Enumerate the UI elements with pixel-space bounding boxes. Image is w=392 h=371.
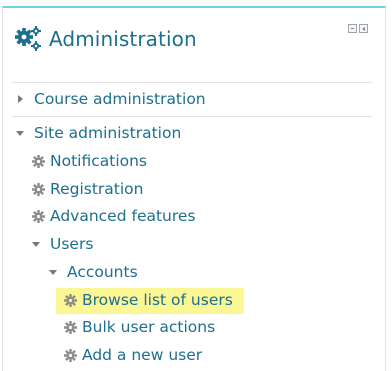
tree-item-add-a-new-user[interactable]: Add a new user (64, 344, 202, 366)
expanded-arrow-icon (49, 269, 57, 275)
collapsed-arrow-icon (18, 95, 23, 103)
expanded-arrow-icon (16, 130, 24, 136)
block-header: Administration (13, 24, 197, 54)
tree-item-advanced-features[interactable]: Advanced features (32, 205, 196, 227)
tree-item-bulk-user-actions[interactable]: Bulk user actions (64, 316, 215, 338)
block-controls (348, 24, 368, 33)
gear-icon (64, 320, 77, 334)
tree-item-accounts[interactable]: Accounts (49, 261, 138, 283)
tree-item-label: Registration (50, 180, 144, 198)
tree-item-label: Users (50, 235, 94, 253)
divider (12, 116, 372, 117)
tree-item-site-administration[interactable]: Site administration (16, 122, 181, 144)
tree-item-notifications[interactable]: Notifications (32, 150, 147, 172)
gear-icon (32, 154, 45, 168)
tree-item-browse-list-of-users[interactable]: Browse list of users (64, 289, 233, 311)
expanded-arrow-icon (32, 241, 40, 247)
tree-item-label: Advanced features (50, 207, 196, 225)
gear-icon (32, 182, 45, 196)
gear-icon (64, 348, 77, 362)
tree-item-label: Site administration (34, 124, 182, 142)
dock-icon[interactable] (359, 24, 368, 33)
tree-item-label: Bulk user actions (82, 318, 216, 336)
gear-icon (64, 293, 77, 307)
block-title: Administration (49, 27, 197, 51)
tree-item-users[interactable]: Users (32, 233, 93, 255)
tree-item-label: Notifications (50, 152, 148, 170)
minimize-icon[interactable] (348, 24, 357, 33)
cogs-icon (15, 26, 41, 51)
gear-icon (32, 209, 45, 223)
tree-item-label: Course administration (34, 90, 206, 108)
divider (12, 82, 372, 83)
tree-item-label: Add a new user (82, 346, 203, 364)
tree-item-registration[interactable]: Registration (32, 178, 143, 200)
tree-item-course-administration[interactable]: Course administration (16, 88, 206, 110)
tree-item-label: Browse list of users (82, 291, 233, 309)
tree-item-label: Accounts (67, 263, 138, 281)
